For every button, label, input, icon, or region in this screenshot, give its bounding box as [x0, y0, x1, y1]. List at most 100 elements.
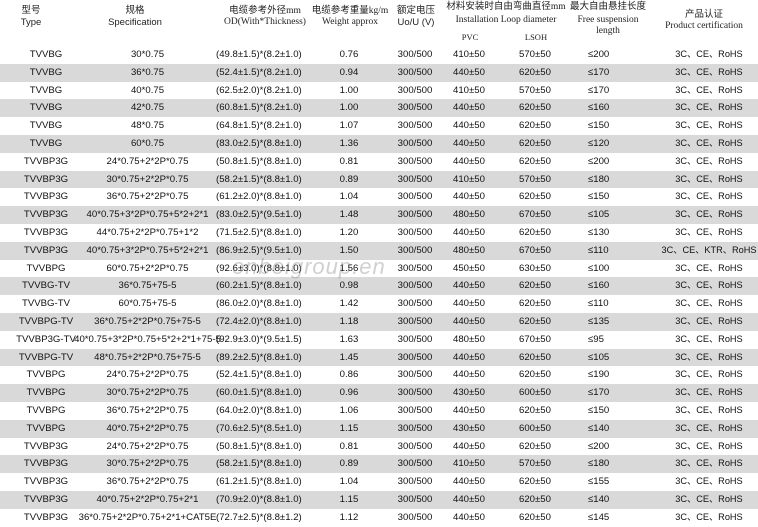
table-row: TVVBG 36*0.75 (52.4±1.5)*(8.2±1.0) 0.94 300/… — [0, 63, 758, 82]
cell-lsoh: 620±50 — [519, 102, 551, 114]
cell-cert: 3C、CE、RoHS — [675, 84, 743, 95]
table-row: TVVBPG 30*0.75+2*2P*0.75 (60.0±1.5)*(8.8±1… — [0, 384, 758, 402]
cell-pvc: 440±50 — [453, 493, 485, 505]
cell-spec: 42*0.75 — [130, 102, 165, 114]
cell-lsoh: 670±50 — [519, 209, 551, 221]
cell-voltage: 300/500 — [397, 298, 433, 310]
cell-od: (70.9±2.0)*(8.8±1.0) — [216, 493, 302, 505]
cell-od: (62.5±2.0)*(8.2±1.0) — [216, 84, 302, 96]
cell-spec: 24*0.75+2*2P*0.75 — [106, 369, 189, 381]
header-od-en: OD(With*Thickness) — [224, 17, 306, 27]
cell-od: (60.8±1.5)*(8.2±1.0) — [216, 102, 302, 114]
table-row: TVVBG-TV 60*0.75+75-5 (86.0±2.0)*(8.8±1.0)… — [0, 295, 758, 313]
cell-voltage: 300/500 — [397, 173, 433, 185]
cell-lsoh: 570±50 — [519, 173, 551, 185]
table-row: TVVBP3G 36*0.75+2*2P*0.75 (61.2±2.0)*(8.8±… — [0, 188, 758, 206]
cell-lsoh: 570±50 — [519, 84, 551, 96]
cell-pvc: 480±50 — [453, 209, 485, 221]
cell-lsoh: 620±50 — [519, 280, 551, 292]
cell-spec: 24*0.75+2*2P*0.75 — [106, 440, 189, 452]
table-header: 型号 Type 规格 Specification 电缆参考外径mm OD(Wit… — [0, 0, 758, 46]
cell-voltage: 300/500 — [397, 404, 433, 416]
cell-lsoh: 620±50 — [519, 315, 551, 327]
cell-od: (64.8±1.5)*(8.2±1.0) — [216, 120, 302, 132]
cell-weight: 1.36 — [339, 137, 359, 149]
cell-voltage: 300/500 — [397, 440, 433, 452]
table-row: TVVBP3G 40*0.75+3*2P*0.75+5*2+2*1 (86.9±2.… — [0, 241, 758, 260]
cell-susp: ≤110 — [588, 298, 609, 310]
cell-pvc: 440±50 — [453, 102, 485, 114]
table-body: TVVBG 30*0.75 (49.8±1.5)*(8.2±1.0) 0.76 300/… — [0, 46, 758, 527]
cell-od: (58.2±1.5)*(8.8±1.0) — [216, 173, 302, 185]
cell-susp: ≤190 — [588, 369, 610, 381]
cell-lsoh: 620±50 — [519, 369, 551, 381]
cell-cert: 3C、CE、RoHS — [675, 155, 743, 166]
table-row: TVVBP3G 36*0.75+2*2P*0.75+2*1+CAT5E (72.7±… — [0, 509, 758, 527]
cell-voltage: 300/500 — [397, 280, 433, 292]
cell-cert: 3C、CE、RoHS — [675, 404, 743, 415]
cell-lsoh: 570±50 — [519, 49, 551, 60]
cell-od: (86.9±2.5)*(9.5±1.0) — [216, 244, 302, 256]
header-loop-en: Installation Loop diameter — [455, 15, 557, 25]
cell-susp: ≤120 — [588, 137, 610, 149]
cell-voltage: 300/500 — [397, 244, 433, 256]
cell-pvc: 430±50 — [453, 422, 485, 434]
cell-pvc: 440±50 — [453, 351, 485, 363]
table-row: TVVBG 42*0.75 (60.8±1.5)*(8.2±1.0) 1.00 300/… — [0, 99, 758, 118]
cell-voltage: 300/500 — [397, 511, 433, 523]
table-row: TVVBPG-TV 48*0.75+2*2P*0.75+75-5 (89.2±2.5… — [0, 348, 758, 367]
header-pvc: PVC — [461, 32, 479, 42]
cell-od: (50.8±1.5)*(8.8±1.0) — [216, 440, 302, 452]
header-type-en: Type — [20, 17, 42, 28]
cell-pvc: 440±50 — [453, 369, 485, 381]
cell-spec: 44*0.75+2*2P*0.75+1*2 — [96, 226, 199, 238]
cell-weight: 1.50 — [339, 244, 359, 256]
cell-weight: 1.56 — [339, 262, 359, 274]
cell-cert: 3C、CE、RoHS — [675, 226, 743, 237]
header-weight-cn: 电缆参考重量kg/m — [311, 6, 389, 16]
header-loop-cn: 材料安装时自由弯曲直径mm — [446, 2, 566, 12]
cell-susp: ≤130 — [588, 226, 610, 238]
cell-susp: ≤170 — [588, 387, 610, 399]
cell-spec: 60*0.75 — [130, 137, 165, 149]
cell-susp: ≤200 — [588, 155, 610, 167]
cell-pvc: 440±50 — [453, 155, 485, 167]
cell-voltage: 300/500 — [397, 369, 433, 381]
cell-weight: 1.00 — [339, 84, 359, 96]
cell-cert: 3C、CE、RoHS — [675, 369, 743, 380]
cell-od: (61.2±2.0)*(8.8±1.0) — [216, 191, 302, 203]
cell-od: (72.7±2.5)*(8.8±1.2) — [216, 511, 302, 523]
header-od-cn: 电缆参考外径mm — [229, 6, 301, 16]
cell-lsoh: 620±50 — [519, 120, 551, 132]
cell-weight: 0.94 — [339, 66, 359, 78]
cell-od: (70.6±2.5)*(8.5±1.0) — [216, 422, 302, 434]
cell-cert: 3C、CE、RoHS — [675, 49, 743, 59]
cell-weight: 0.89 — [339, 173, 359, 185]
cell-pvc: 440±50 — [453, 137, 485, 149]
cell-cert: 3C、CE、RoHS — [675, 511, 743, 522]
cell-weight: 1.45 — [339, 351, 359, 363]
cell-spec: 36*0.75+2*2P*0.75+75-5 — [94, 315, 201, 327]
cell-od: (86.0±2.0)*(8.8±1.0) — [216, 298, 302, 310]
cell-pvc: 410±50 — [453, 49, 485, 60]
header-spec: 规格 Specification — [85, 6, 185, 28]
cell-susp: ≤180 — [588, 458, 610, 470]
cell-weight: 1.04 — [339, 476, 359, 488]
table-row: TVVBP3G 44*0.75+2*2P*0.75+1*2 (71.5±2.5)*(… — [0, 224, 758, 242]
header-certification-cn: 产品认证 — [684, 10, 723, 20]
cell-susp: ≤170 — [588, 66, 610, 78]
cell-cert: 3C、CE、RoHS — [675, 66, 743, 77]
cell-lsoh: 620±50 — [519, 476, 551, 488]
cell-pvc: 440±50 — [453, 191, 485, 203]
cell-lsoh: 620±50 — [519, 511, 551, 523]
cell-cert: 3C、CE、RoHS — [675, 102, 743, 113]
cell-weight: 1.04 — [339, 191, 359, 203]
cell-od: (49.8±1.5)*(8.2±1.0) — [216, 49, 302, 60]
cell-voltage: 300/500 — [397, 120, 433, 132]
table-row: TVVBPG 24*0.75+2*2P*0.75 (52.4±1.5)*(8.8±1… — [0, 366, 758, 384]
cell-voltage: 300/500 — [397, 102, 433, 114]
cell-voltage: 300/500 — [397, 315, 433, 327]
cell-susp: ≤95 — [588, 333, 604, 345]
header-spec-cn: 规格 — [125, 6, 145, 16]
table-row: TVVBG 48*0.75 (64.8±1.5)*(8.2±1.0) 1.07 300/… — [0, 117, 758, 135]
